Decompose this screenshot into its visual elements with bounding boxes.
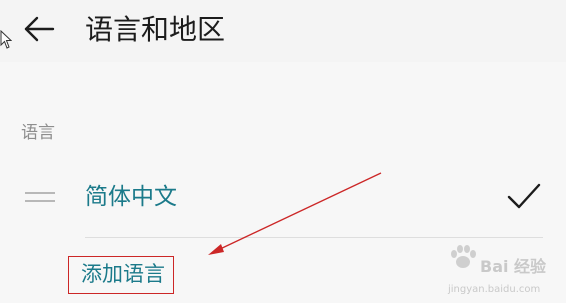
- watermark-logo: Bai 经验 jingyan.baidu.com: [418, 238, 558, 298]
- language-list-item[interactable]: 简体中文: [0, 165, 566, 235]
- section-label-language: 语言: [21, 123, 55, 143]
- page-title: 语言和地区: [85, 13, 226, 46]
- language-name: 简体中文: [85, 184, 177, 210]
- checkmark-icon: [507, 183, 541, 209]
- add-language-button[interactable]: 添加语言: [68, 256, 174, 294]
- watermark-brand: Bai 经验: [480, 257, 547, 276]
- watermark-url: jingyan.baidu.com: [447, 284, 540, 295]
- app-header: 语言和地区: [0, 0, 566, 62]
- back-button[interactable]: [20, 10, 60, 50]
- mouse-cursor-icon: [0, 30, 12, 49]
- drag-handle-icon[interactable]: [25, 192, 55, 208]
- arrow-left-icon: [24, 16, 55, 42]
